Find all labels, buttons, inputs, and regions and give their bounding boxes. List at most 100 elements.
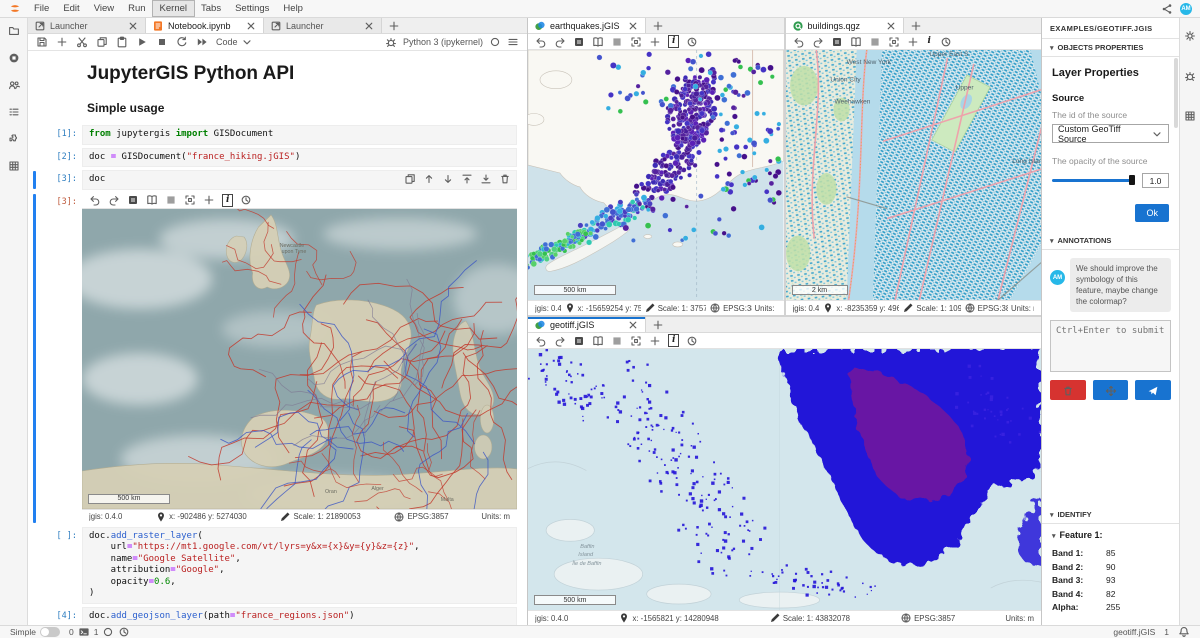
restart-icon[interactable]	[176, 36, 188, 48]
identify-icon[interactable]: i	[668, 334, 679, 347]
undo-icon[interactable]	[535, 335, 547, 347]
tab-notebook[interactable]: Notebook.ipynb	[146, 18, 264, 33]
redo-icon[interactable]	[554, 36, 566, 48]
add-icon[interactable]	[203, 194, 215, 206]
close-icon[interactable]	[363, 20, 375, 32]
properties-icon[interactable]	[1184, 30, 1196, 42]
cell-type-select[interactable]: Code	[216, 36, 253, 48]
copy-icon[interactable]	[96, 36, 108, 48]
delete-annotation-button[interactable]	[1050, 380, 1086, 400]
section-objects-properties[interactable]: OBJECTS PROPERTIES	[1042, 39, 1179, 57]
trash-icon[interactable]	[499, 173, 511, 185]
code-editor[interactable]: doc = GISDocument("france_hiking.jGIS")	[82, 148, 517, 168]
close-icon[interactable]	[885, 20, 897, 32]
insert-cell-icon[interactable]	[56, 36, 68, 48]
annotation-input[interactable]	[1050, 320, 1171, 372]
new-tab-button[interactable]	[904, 18, 928, 33]
symbology-icon[interactable]	[573, 36, 585, 48]
undo-icon[interactable]	[793, 36, 805, 48]
tab-launcher-1[interactable]: Launcher	[28, 18, 146, 33]
opacity-slider[interactable]	[1052, 179, 1135, 182]
notification-count[interactable]: 1	[1164, 627, 1169, 637]
menu-item-settings[interactable]: Settings	[228, 1, 276, 16]
add-icon[interactable]	[649, 36, 661, 48]
redo-icon[interactable]	[108, 194, 120, 206]
symbology-icon[interactable]	[831, 36, 843, 48]
center-annotation-button[interactable]	[1093, 380, 1129, 400]
section-annotations[interactable]: ANNOTATIONS	[1042, 232, 1179, 250]
jgis-panel-icon[interactable]	[8, 160, 20, 172]
terminal-count[interactable]: 0	[69, 627, 74, 637]
menu-item-view[interactable]: View	[87, 1, 121, 16]
table-of-contents-icon[interactable]	[8, 106, 20, 118]
kernel-icon[interactable]	[102, 626, 114, 638]
extent-icon[interactable]	[630, 36, 642, 48]
restart-run-all-icon[interactable]	[196, 36, 208, 48]
layers-book-icon[interactable]	[146, 194, 158, 206]
menu-item-kernel[interactable]: Kernel	[153, 1, 194, 16]
add-icon[interactable]	[907, 36, 919, 48]
history-icon[interactable]	[118, 626, 130, 638]
extent-icon[interactable]	[630, 335, 642, 347]
close-icon[interactable]	[127, 20, 139, 32]
paste-icon[interactable]	[116, 36, 128, 48]
simple-mode-toggle[interactable]	[40, 627, 60, 637]
cut-icon[interactable]	[76, 36, 88, 48]
user-avatar[interactable]: AM	[1180, 3, 1192, 15]
tab-geotiff[interactable]: geotiff.jGIS	[528, 317, 646, 332]
insert-above-icon[interactable]	[461, 173, 473, 185]
redo-icon[interactable]	[554, 335, 566, 347]
close-icon[interactable]	[627, 319, 639, 331]
layers-book-icon[interactable]	[592, 36, 604, 48]
redo-icon[interactable]	[812, 36, 824, 48]
code-editor[interactable]: doc.add_raster_layer( url="https://mt1.g…	[82, 527, 517, 604]
code-editor[interactable]: doc	[82, 170, 517, 190]
stop-icon[interactable]	[156, 36, 168, 48]
panel-scrollbar[interactable]	[1174, 58, 1178, 128]
identify-icon[interactable]: i	[222, 194, 233, 207]
undo-icon[interactable]	[89, 194, 101, 206]
opacity-value[interactable]: 1.0	[1142, 173, 1169, 188]
new-tab-button[interactable]	[646, 317, 670, 332]
tab-buildings[interactable]: buildings.qgz	[786, 18, 904, 33]
kernel-count[interactable]: 1	[94, 627, 99, 637]
clock-icon[interactable]	[686, 36, 698, 48]
debugger-icon[interactable]	[385, 36, 397, 48]
basemap-icon[interactable]	[165, 194, 177, 206]
close-icon[interactable]	[245, 20, 257, 32]
terminal-icon[interactable]	[78, 626, 90, 638]
extent-icon[interactable]	[184, 194, 196, 206]
layers-book-icon[interactable]	[850, 36, 862, 48]
buildings-map[interactable]: West New YorkUnion CityWeehawkenUpper Ea…	[786, 50, 1042, 300]
add-icon[interactable]	[649, 335, 661, 347]
undo-icon[interactable]	[535, 36, 547, 48]
code-editor[interactable]: from jupytergis import GISDocument	[82, 125, 517, 145]
identify-icon[interactable]: i	[668, 35, 679, 48]
basemap-icon[interactable]	[869, 36, 881, 48]
france-map[interactable]: Newcastleupon TyneOranAlgerMalta 500 km	[82, 209, 517, 509]
clock-icon[interactable]	[240, 194, 252, 206]
earthquakes-map[interactable]: 500 km	[528, 50, 784, 300]
identify-icon[interactable]: i	[926, 37, 933, 46]
basemap-icon[interactable]	[611, 335, 623, 347]
menu-item-help[interactable]: Help	[276, 1, 310, 16]
file-browser-icon[interactable]	[8, 25, 20, 37]
code-editor[interactable]: doc.add_geojson_layer(path="france_regio…	[82, 607, 517, 626]
clock-icon[interactable]	[940, 36, 952, 48]
collaboration-icon[interactable]	[8, 79, 20, 91]
geotiff-map[interactable]: BaffinIslandÎle de Baffin 500 km	[528, 349, 1041, 610]
tab-launcher-2[interactable]: Launcher	[264, 18, 382, 33]
slider-knob[interactable]	[1129, 175, 1135, 185]
notebook-menu-icon[interactable]	[507, 36, 519, 48]
ok-button[interactable]: Ok	[1135, 204, 1169, 222]
extensions-icon[interactable]	[8, 133, 20, 145]
close-icon[interactable]	[627, 20, 639, 32]
run-icon[interactable]	[136, 36, 148, 48]
new-tab-button[interactable]	[646, 18, 670, 33]
share-icon[interactable]	[1161, 3, 1173, 15]
menu-item-tabs[interactable]: Tabs	[194, 1, 228, 16]
submit-annotation-button[interactable]	[1135, 380, 1171, 400]
insert-below-icon[interactable]	[480, 173, 492, 185]
identify-panel-icon[interactable]	[1184, 110, 1196, 122]
symbology-icon[interactable]	[573, 335, 585, 347]
